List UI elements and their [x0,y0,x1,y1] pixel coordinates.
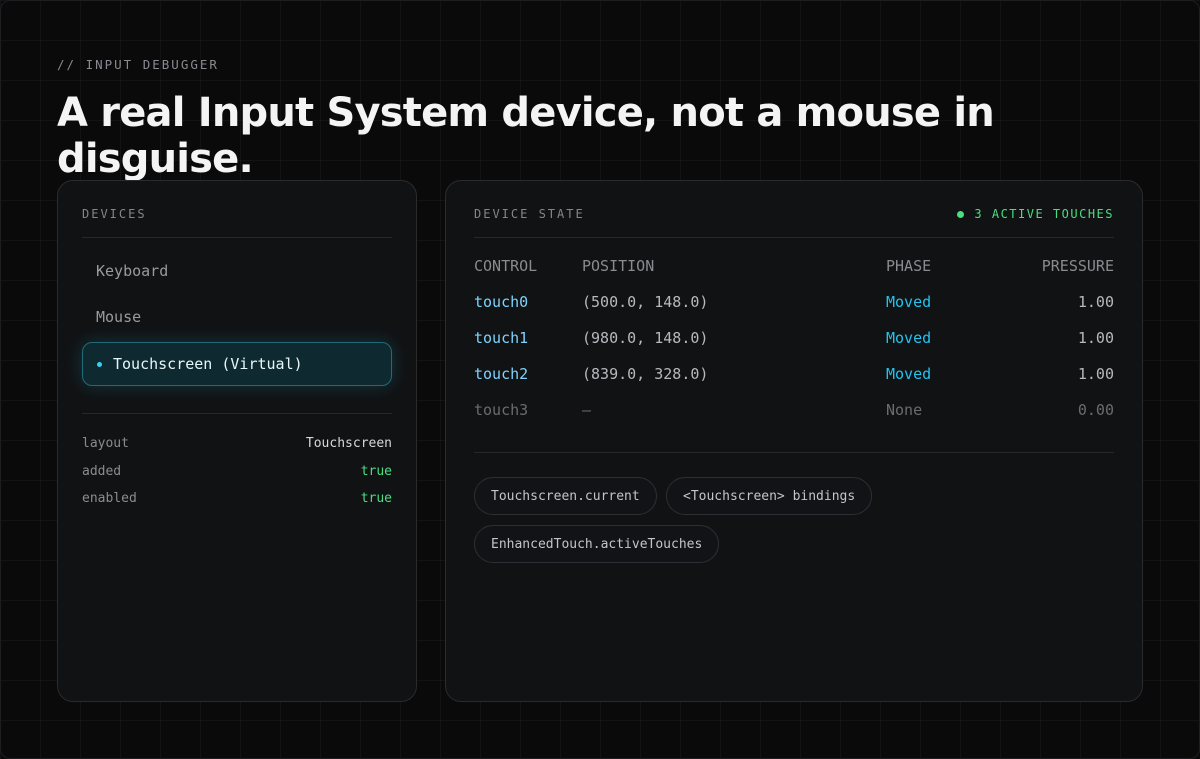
chips-divider [474,452,1114,453]
cell-control: touch0 [474,293,529,311]
cell-control: touch3 [474,401,529,419]
status-text: 3 ACTIVE TOUCHES [974,207,1114,221]
cell-pressure: 1.00 [1077,365,1114,383]
cell-pressure: 0.00 [1077,401,1114,419]
cell-pressure: 1.00 [1077,329,1114,347]
property-key: layout [82,436,129,451]
device-item-label: Touchscreen (Virtual) [113,355,303,373]
property-value: true [360,491,392,506]
cell-position: (500.0, 148.0) [582,293,709,311]
chip-touchscreen-bindings[interactable]: <Touchscreen> bindings [666,477,873,515]
eyebrow-label: // INPUT DEBUGGER [57,57,219,72]
devices-panel: DEVICES Keyboard Mouse Touchscreen (Virt… [57,180,417,702]
property-key: enabled [82,491,137,506]
page-title: A real Input System device, not a mouse … [57,90,995,182]
property-row-added: added true [82,464,392,479]
cell-position: (980.0, 148.0) [582,329,709,347]
device-item-keyboard[interactable]: Keyboard [82,249,392,293]
properties-divider [82,413,392,414]
column-header-phase: PHASE [886,257,932,275]
property-row-enabled: enabled true [82,491,392,506]
status-dot-icon [957,210,965,218]
property-row-layout: layout Touchscreen [82,436,392,451]
chip-touchscreen-current[interactable]: Touchscreen.current [474,477,657,515]
cell-phase: Moved [886,365,932,383]
device-item-label: Keyboard [96,262,169,280]
cell-control: touch2 [474,365,529,383]
state-divider [474,237,1114,238]
device-item-label: Mouse [96,308,142,326]
device-state-label: DEVICE STATE [474,207,585,221]
devices-label: DEVICES [82,207,147,221]
column-header-pressure: PRESSURE [1041,257,1114,275]
cell-phase: Moved [886,293,932,311]
column-header-position: POSITION [582,257,655,275]
device-item-touchscreen[interactable]: Touchscreen (Virtual) [82,342,392,386]
devices-divider [82,237,392,238]
cell-phase: None [886,401,923,419]
cell-control: touch1 [474,329,529,347]
selected-dot-icon [97,361,102,367]
property-value: true [360,464,392,479]
cell-pressure: 1.00 [1077,293,1114,311]
cell-phase: Moved [886,329,932,347]
cell-position: — [582,401,592,419]
property-value: Touchscreen [305,436,392,451]
chip-enhancedtouch-activetouches[interactable]: EnhancedTouch.activeTouches [474,525,720,563]
property-key: added [82,464,122,479]
column-header-control: CONTROL [474,257,538,275]
cell-position: (839.0, 328.0) [582,365,709,383]
device-state-panel: DEVICE STATE 3 ACTIVE TOUCHES CONTROL PO… [445,180,1143,702]
active-touches-status: 3 ACTIVE TOUCHES [957,207,1114,221]
device-item-mouse[interactable]: Mouse [82,295,392,339]
